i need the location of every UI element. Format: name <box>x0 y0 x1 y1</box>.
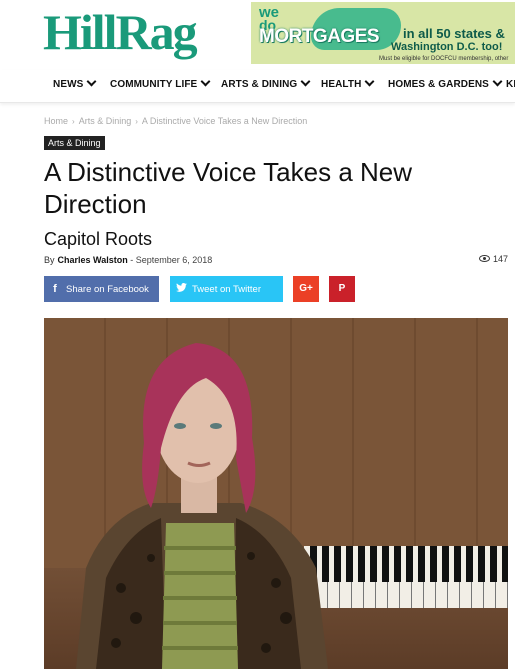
by-label: By <box>44 255 55 265</box>
site-logo[interactable]: HillRag <box>43 2 198 62</box>
author-link[interactable]: Charles Walston <box>58 255 128 265</box>
share-pinterest-button[interactable]: P <box>329 276 355 302</box>
featured-image <box>44 318 508 669</box>
nav-label: NEWS <box>53 79 84 90</box>
breadcrumb-separator: › <box>135 117 138 126</box>
googleplus-icon: G+ <box>299 283 313 294</box>
category-badge[interactable]: Arts & Dining <box>44 136 105 150</box>
article-title: A Distinctive Voice Takes a New Directio… <box>44 157 413 219</box>
twitter-icon <box>170 276 192 302</box>
date-separator: - <box>130 255 134 265</box>
ad-dc-text: Washington D.C. too! <box>391 41 503 53</box>
nav-label: HEALTH <box>321 79 362 90</box>
chevron-down-icon <box>86 76 97 87</box>
breadcrumb-category[interactable]: Arts & Dining <box>79 116 132 126</box>
pinterest-icon: P <box>338 283 346 294</box>
share-twitter-button[interactable]: Tweet on Twitter <box>170 276 283 302</box>
chevron-down-icon <box>200 76 211 87</box>
chevron-down-icon <box>492 76 503 87</box>
nav-item-community-life[interactable]: COMMUNITY LIFE <box>110 76 211 90</box>
facebook-icon: f <box>53 283 57 295</box>
piano-black-keys <box>310 546 508 582</box>
publish-date: September 6, 2018 <box>135 255 213 265</box>
breadcrumb-current[interactable]: A Distinctive Voice Takes a New Directio… <box>142 116 307 126</box>
share-facebook-button[interactable]: f Share on Facebook <box>44 276 159 302</box>
share-facebook-label: Share on Facebook <box>66 284 149 295</box>
ad-headline: MORTGAGES <box>259 26 380 47</box>
nav-label: HOMES & GARDENS <box>388 79 489 90</box>
nav-item-health[interactable]: HEALTH <box>321 76 375 90</box>
breadcrumb-separator: › <box>72 117 75 126</box>
main-navigation: NEWS COMMUNITY LIFE ARTS & DINING HEALTH… <box>0 70 515 103</box>
chevron-down-icon <box>364 76 375 87</box>
nav-item-homes-gardens[interactable]: HOMES & GARDENS <box>388 76 503 90</box>
eye-icon <box>479 255 490 262</box>
article-subtitle: Capitol Roots <box>44 229 153 249</box>
nav-label: COMMUNITY LIFE <box>110 79 198 90</box>
nav-label: KI <box>506 79 515 90</box>
mortgage-ad-banner[interactable]: we do MORTGAGES in all 50 states & Washi… <box>251 2 515 64</box>
breadcrumb-home[interactable]: Home <box>44 116 68 126</box>
chevron-down-icon <box>300 76 311 87</box>
view-count-value: 147 <box>493 254 509 264</box>
ad-fine-print: Must be eligible for DOCFCU membership, … <box>379 56 509 62</box>
nav-item-arts-dining[interactable]: ARTS & DINING <box>221 76 311 90</box>
article-meta: By Charles Walston - September 6, 2018 <box>44 255 212 265</box>
woman-portrait <box>76 343 328 669</box>
breadcrumb: Home › Arts & Dining › A Distinctive Voice T… <box>44 116 307 126</box>
nav-label: ARTS & DINING <box>221 79 298 90</box>
share-twitter-label: Tweet on Twitter <box>192 284 261 295</box>
share-googleplus-button[interactable]: G+ <box>293 276 319 302</box>
view-count: 147 <box>479 254 508 264</box>
ad-states-text: in all 50 states & <box>403 26 505 41</box>
nav-item-news[interactable]: NEWS <box>53 76 97 90</box>
nav-item-truncated[interactable]: KI <box>506 79 515 90</box>
